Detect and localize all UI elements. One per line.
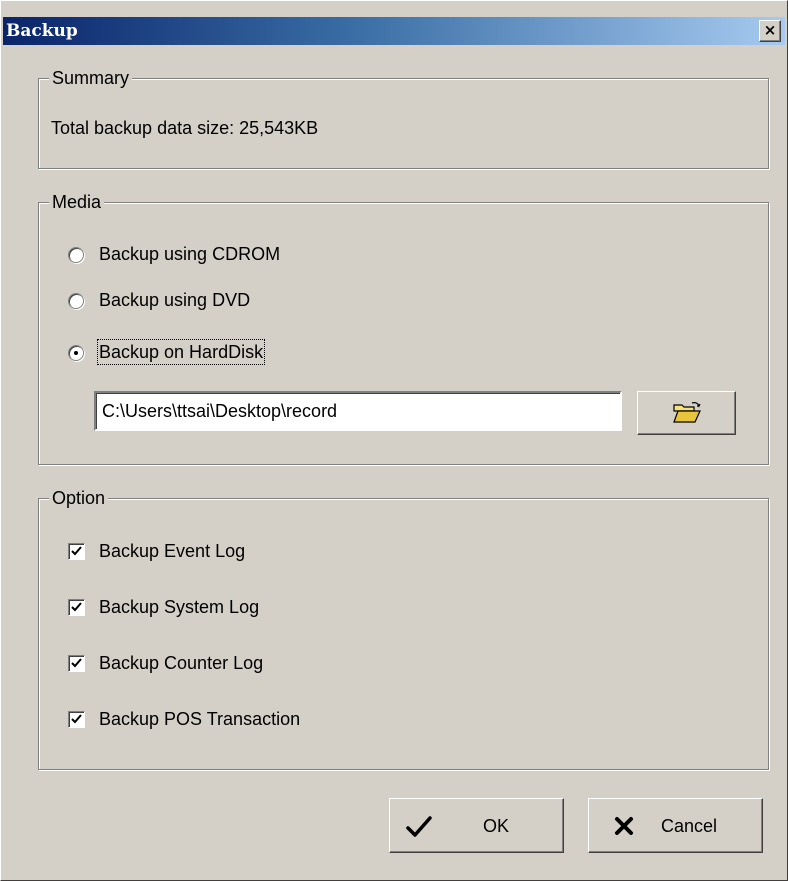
checkmark-icon — [406, 816, 432, 837]
radio-cdrom-label[interactable]: Backup using CDROM — [99, 243, 280, 265]
window-title: Backup — [6, 21, 78, 41]
radio-harddisk[interactable] — [68, 345, 84, 361]
browse-folder-button[interactable] — [637, 391, 736, 435]
checkmark-icon — [71, 546, 82, 556]
ok-button-label: OK — [483, 816, 510, 836]
radio-selected-dot — [74, 351, 78, 355]
radio-cdrom[interactable] — [68, 247, 84, 263]
total-backup-size: Total backup data size: 25,543KB — [51, 118, 319, 138]
checkbox-event-log-label[interactable]: Backup Event Log — [99, 540, 245, 562]
checkbox-system-log-label[interactable]: Backup System Log — [99, 596, 259, 618]
ok-button[interactable]: OK — [389, 798, 564, 853]
backup-dialog: Backup × Summary Total backup data size:… — [0, 0, 788, 881]
checkbox-counter-log-label[interactable]: Backup Counter Log — [99, 652, 263, 674]
cancel-button-label: Cancel — [661, 816, 718, 836]
checkmark-icon — [71, 602, 82, 612]
cancel-button[interactable]: Cancel — [588, 798, 763, 853]
checkbox-pos-transaction-label[interactable]: Backup POS Transaction — [99, 708, 300, 730]
checkbox-event-log[interactable] — [68, 543, 85, 560]
radio-harddisk-label[interactable]: Backup on HardDisk — [96, 339, 266, 365]
media-legend: Media — [49, 191, 105, 213]
radio-dvd-label[interactable]: Backup using DVD — [99, 289, 250, 311]
close-icon: × — [763, 21, 777, 39]
x-icon — [615, 817, 633, 835]
summary-legend: Summary — [49, 67, 133, 89]
checkbox-counter-log[interactable] — [68, 655, 85, 672]
checkmark-icon — [71, 658, 82, 668]
radio-dvd[interactable] — [68, 293, 84, 309]
folder-open-icon — [673, 402, 701, 423]
backup-path-input[interactable] — [94, 391, 622, 431]
close-button[interactable]: × — [759, 20, 781, 42]
option-legend: Option — [49, 487, 109, 509]
checkmark-icon — [71, 714, 82, 724]
checkbox-system-log[interactable] — [68, 599, 85, 616]
title-bar[interactable]: Backup × — [3, 17, 785, 45]
checkbox-pos-transaction[interactable] — [68, 711, 85, 728]
